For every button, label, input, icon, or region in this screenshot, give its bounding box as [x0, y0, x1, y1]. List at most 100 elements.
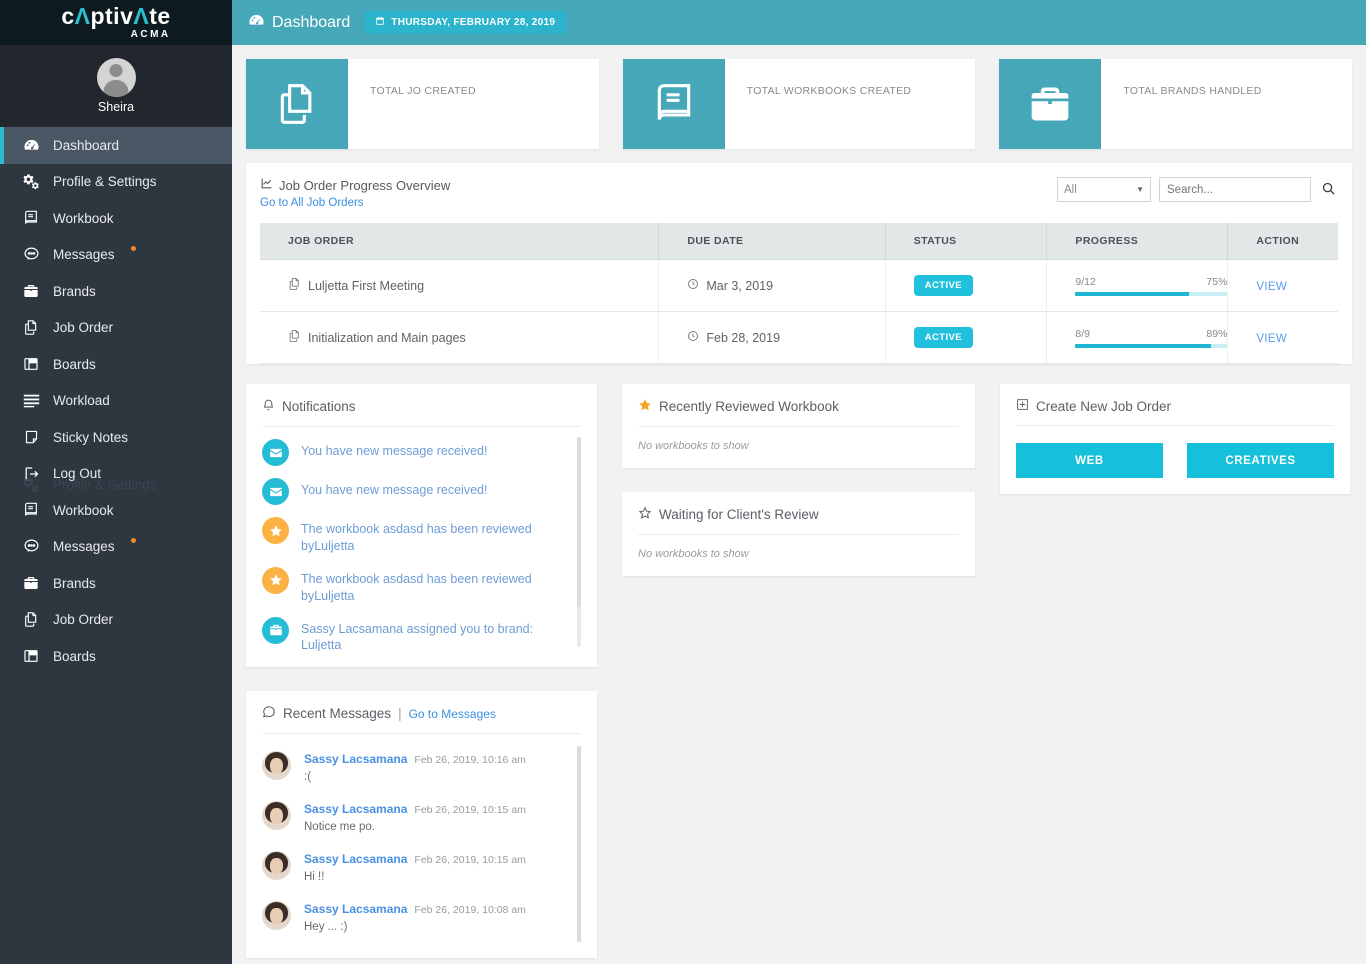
- logout-icon: [22, 466, 40, 482]
- comment-icon: [262, 705, 276, 722]
- date-text: THURSDAY, FEBRUARY 28, 2019: [391, 17, 556, 28]
- search-button[interactable]: [1319, 181, 1338, 199]
- sidebar-item-messages[interactable]: Messages: [0, 529, 232, 566]
- sidebar-item-workbook[interactable]: Workbook: [0, 200, 232, 237]
- unread-dot: [130, 537, 136, 543]
- note-icon: [22, 429, 40, 445]
- sidebar-item-workbook[interactable]: Workbook: [0, 492, 232, 529]
- job-order-panel-header: Job Order Progress Overview Go to All Jo…: [260, 177, 1338, 209]
- view-link[interactable]: VIEW: [1256, 333, 1287, 345]
- avatar: [96, 58, 136, 97]
- create-jo-web-button[interactable]: WEB: [1016, 443, 1163, 478]
- briefcase-icon: [262, 616, 289, 644]
- filter-select[interactable]: All ▼: [1057, 177, 1151, 202]
- bars-icon: [22, 394, 40, 408]
- message-text: Notice me po.: [304, 821, 375, 833]
- table-column-header: PROGRESS: [1046, 223, 1229, 260]
- sidebar-item-label: Workload: [53, 393, 110, 408]
- cell-action: VIEW: [1227, 311, 1338, 364]
- sidebar-item-job-order[interactable]: Job Order: [0, 602, 232, 639]
- message-header: Sassy Lacsamana Feb 26, 2019, 10:16 am: [304, 752, 569, 766]
- stat-card[interactable]: TOTAL JO CREATED: [246, 59, 599, 149]
- star-outline-icon: [638, 506, 652, 523]
- sidebar-item-dashboard[interactable]: Dashboard: [0, 127, 232, 164]
- briefcase-icon: [22, 575, 40, 591]
- copy-icon: [22, 611, 40, 628]
- sidebar-item-log-out[interactable]: Log Out Profile & Settings: [0, 456, 232, 493]
- widget-column-middle: Recently Reviewed Workbook No workbooks …: [622, 384, 975, 576]
- gears-icon: [22, 173, 40, 190]
- message-item[interactable]: Sassy Lacsamana Feb 26, 2019, 10:15 am Not…: [262, 792, 569, 842]
- waiting-review-widget: Waiting for Client's Review No workbooks…: [622, 492, 975, 576]
- notifications-list[interactable]: You have new message received! You have n…: [262, 433, 581, 651]
- sidebar-item-boards[interactable]: Boards: [0, 346, 232, 383]
- message-body: Sassy Lacsamana Feb 26, 2019, 10:15 am Hi …: [304, 851, 569, 883]
- message-sender[interactable]: Sassy Lacsamana: [304, 852, 407, 866]
- envelope-icon: [262, 439, 289, 466]
- message-text: :(: [304, 771, 312, 783]
- message-item[interactable]: Sassy Lacsamana Feb 26, 2019, 10:16 am :(: [262, 742, 569, 792]
- go-to-all-job-orders-link[interactable]: Go to All Job Orders: [260, 197, 450, 209]
- briefcase-icon: [999, 59, 1102, 149]
- notifications-title-text: Notifications: [282, 399, 356, 414]
- app-logo[interactable]: cΛptivΛte ACMA: [0, 0, 232, 45]
- sidebar-item-messages[interactable]: Messages: [0, 237, 232, 274]
- progress-percent: 89%: [1206, 327, 1228, 340]
- search-input[interactable]: [1159, 177, 1311, 202]
- star-filled-icon: [638, 398, 652, 415]
- messages-scrollbar-thumb[interactable]: [577, 746, 581, 942]
- cell-status: ACTIVE: [885, 311, 1048, 364]
- book-icon: [622, 59, 725, 149]
- message-timestamp: Feb 26, 2019, 10:16 am: [414, 754, 526, 766]
- notification-item[interactable]: Sassy Lacsamana assigned you to brand: L…: [262, 611, 569, 652]
- book-icon: [22, 210, 40, 226]
- sidebar-nav: Dashboard Profile & Settings Workbook Messa…: [0, 127, 232, 675]
- progress-track: [1075, 343, 1228, 348]
- notification-item[interactable]: You have new message received!: [262, 433, 569, 472]
- notification-item[interactable]: You have new message received!: [262, 472, 569, 511]
- sidebar-item-sticky-notes[interactable]: Sticky Notes: [0, 419, 232, 456]
- notification-item[interactable]: The workbook asdasd has been reviewed by…: [262, 561, 569, 611]
- create-job-order-buttons: WEB CREATIVES: [1016, 443, 1334, 478]
- recently-reviewed-widget: Recently Reviewed Workbook No workbooks …: [622, 384, 975, 468]
- message-item[interactable]: Sassy Lacsamana Feb 26, 2019, 10:15 am Hi …: [262, 842, 569, 892]
- stat-card[interactable]: TOTAL BRANDS HANDLED: [999, 59, 1353, 149]
- message-sender[interactable]: Sassy Lacsamana: [304, 752, 407, 766]
- sidebar-item-label: Boards: [53, 648, 96, 664]
- sidebar-item-workload[interactable]: Workload: [0, 383, 232, 420]
- stat-card[interactable]: TOTAL WORKBOOKS CREATED: [622, 59, 976, 149]
- notification-item[interactable]: The workbook asdasd has been reviewed by…: [262, 511, 569, 561]
- create-jo-creatives-button[interactable]: CREATIVES: [1187, 443, 1334, 478]
- filter-select-value: All: [1064, 183, 1077, 196]
- go-to-messages-link[interactable]: Go to Messages: [409, 707, 496, 721]
- stat-card-label: TOTAL JO CREATED: [370, 85, 476, 97]
- sidebar-item-label: Workbook: [53, 502, 114, 518]
- progress-widget: 9/12 75%: [1075, 276, 1228, 296]
- notifications-scrollbar-thumb[interactable]: [577, 437, 581, 607]
- sidebar-item-job-order[interactable]: Job Order: [0, 310, 232, 347]
- sidebar-item-brands[interactable]: Brands: [0, 273, 232, 310]
- sidebar-profile[interactable]: Sheira: [0, 45, 232, 127]
- recent-messages-list[interactable]: Sassy Lacsamana Feb 26, 2019, 10:16 am:(S…: [262, 742, 581, 942]
- sidebar-item-label: Job Order: [53, 612, 114, 627]
- main-content: TOTAL JO CREATED TOTAL WORKBOOKS CREATED T…: [232, 45, 1366, 964]
- clock-icon: [687, 330, 699, 345]
- recently-reviewed-title-text: Recently Reviewed Workbook: [659, 399, 839, 414]
- sidebar-item-label: Profile & Settings: [53, 174, 157, 189]
- copy-icon: [288, 277, 301, 294]
- message-sender[interactable]: Sassy Lacsamana: [304, 902, 407, 916]
- message-timestamp: Feb 26, 2019, 10:15 am: [414, 854, 526, 866]
- sidebar-item-profile-settings[interactable]: Profile & Settings: [0, 164, 232, 201]
- table-column-header: STATUS: [885, 223, 1048, 260]
- message-item[interactable]: Sassy Lacsamana Feb 26, 2019, 10:08 am Hey…: [262, 892, 569, 942]
- avatar: [262, 801, 291, 830]
- sidebar-item-brands[interactable]: Brands: [0, 565, 232, 602]
- message-sender[interactable]: Sassy Lacsamana: [304, 802, 407, 816]
- recently-reviewed-empty: No workbooks to show: [638, 440, 749, 452]
- message-text: Hi !!: [304, 871, 325, 883]
- view-link[interactable]: VIEW: [1256, 281, 1287, 293]
- book-icon: [22, 502, 40, 518]
- sidebar-item-boards[interactable]: Boards: [0, 638, 232, 675]
- job-order-name: Initialization and Main pages: [308, 330, 466, 345]
- notification-text: Sassy Lacsamana assigned you to brand: L…: [301, 621, 534, 652]
